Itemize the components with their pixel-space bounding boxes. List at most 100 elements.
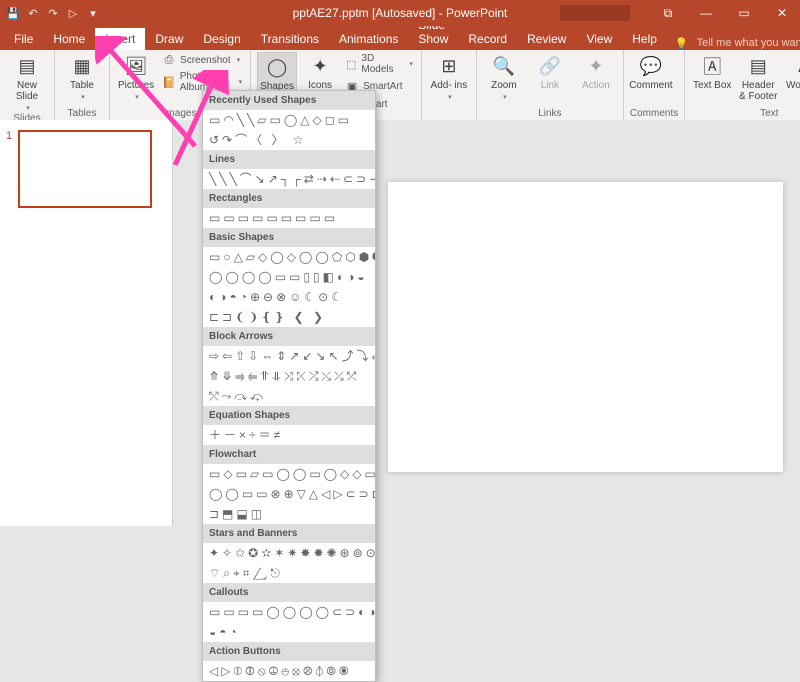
icons-icon: ✦: [308, 54, 332, 78]
zoom-icon: 🔍: [492, 54, 516, 78]
title-bar: 💾 ↶ ↷ ▷ ▾ pptAE27.pptm [Autosaved] - Pow…: [0, 0, 800, 26]
start-slideshow-icon[interactable]: ▷: [66, 6, 80, 20]
addins-button[interactable]: ⊞ Add- ins: [428, 52, 470, 101]
zoom-button[interactable]: 🔍Zoom: [483, 52, 525, 101]
shapes-row[interactable]: ◯◯▭▭⊗⊕▽△◁▷⊂⊃⊏: [203, 484, 375, 504]
group-tables-label: Tables: [61, 107, 103, 120]
tab-view[interactable]: View: [576, 28, 622, 50]
shapes-row[interactable]: ⊏⊐❨❩❴❵ ❮ ❯: [203, 307, 375, 327]
3d-models-button[interactable]: ⬚3D Models: [343, 52, 415, 76]
shapes-section-header: Flowchart: [203, 445, 375, 464]
screenshot-button[interactable]: ⎙Screenshot: [160, 52, 244, 68]
shapes-row[interactable]: ▭▭▭▭▭▭▭▭▭: [203, 208, 375, 228]
group-slides: ▤ New Slide Slides: [0, 50, 55, 120]
tab-design[interactable]: Design: [193, 28, 250, 50]
comment-icon: 💬: [639, 54, 663, 78]
shapes-section-header: Action Buttons: [203, 642, 375, 661]
tab-review[interactable]: Review: [517, 28, 576, 50]
shapes-gallery-flyout[interactable]: Recently Used Shapes▭◠╲╲▱▭◯△◇◻▭↺↷⌒〈 〉 ☆L…: [202, 90, 376, 682]
tab-help[interactable]: Help: [622, 28, 667, 50]
ribbon-tabs: File Home Insert Draw Design Transitions…: [0, 26, 800, 50]
tab-transitions[interactable]: Transitions: [251, 28, 329, 50]
workspace: 1: [0, 120, 800, 526]
group-tables: ▦ Table Tables: [55, 50, 110, 120]
table-icon: ▦: [70, 54, 94, 78]
shapes-row[interactable]: ＋－×÷＝≠: [203, 425, 375, 445]
tab-insert[interactable]: Insert: [95, 28, 145, 50]
user-account-chip[interactable]: [560, 5, 630, 21]
comment-button[interactable]: 💬Comment: [630, 52, 672, 91]
shapes-section-header: Basic Shapes: [203, 228, 375, 247]
icons-button[interactable]: ✦ Icons: [301, 52, 339, 91]
link-icon: 🔗: [538, 54, 562, 78]
qat-more-icon[interactable]: ▾: [86, 6, 100, 20]
wordart-icon: A: [792, 54, 800, 78]
shapes-section-header: Stars and Banners: [203, 524, 375, 543]
action-button[interactable]: ✦Action: [575, 52, 617, 91]
new-slide-button[interactable]: ▤ New Slide: [6, 52, 48, 112]
textbox-icon: 🄰: [700, 54, 724, 78]
tab-animations[interactable]: Animations: [329, 28, 408, 50]
slide-thumbnail-panel[interactable]: 1: [0, 120, 173, 526]
action-icon: ✦: [584, 54, 608, 78]
tab-home[interactable]: Home: [43, 28, 95, 50]
slide-thumbnail[interactable]: [18, 130, 152, 208]
tab-file[interactable]: File: [4, 28, 43, 50]
header-footer-button[interactable]: ▤Header & Footer: [737, 52, 779, 102]
window-maximize-button[interactable]: ▭: [726, 0, 762, 26]
slide[interactable]: [388, 182, 783, 472]
table-button[interactable]: ▦ Table: [61, 52, 103, 101]
addins-icon: ⊞: [437, 54, 461, 78]
shapes-row[interactable]: ◯◯◯◯▭▭▯▯◧◐◑◒: [203, 267, 375, 287]
link-button[interactable]: 🔗Link: [529, 52, 571, 91]
shapes-row[interactable]: ↺↷⌒〈 〉 ☆: [203, 130, 375, 150]
shapes-section-header: Callouts: [203, 583, 375, 602]
text-box-button[interactable]: 🄰Text Box: [691, 52, 733, 91]
shapes-row[interactable]: ⇨⇦⇧⇩⇔⇕↗↙↘↖⤴⤵⤶⤷: [203, 346, 375, 366]
tell-me-input[interactable]: [695, 36, 800, 50]
window-minimize-button[interactable]: —: [688, 0, 724, 26]
shapes-row[interactable]: ◒◓◔: [203, 622, 375, 642]
redo-icon[interactable]: ↷: [46, 6, 60, 20]
group-text-label: Text: [691, 107, 800, 120]
photo-album-icon: 📔: [162, 75, 176, 89]
shapes-row[interactable]: ▭○△▱◇◯◇◯◯⬠⬡⬢⯃: [203, 247, 375, 267]
group-text: 🄰Text Box ▤Header & Footer AWordArt 🕒 # …: [685, 50, 800, 120]
window-close-button[interactable]: ✕: [764, 0, 800, 26]
pictures-icon: 🖼: [124, 54, 148, 78]
shapes-row[interactable]: ◐◑◓◔⊕⊖⊗☺☾⊙☾: [203, 287, 375, 307]
shapes-row[interactable]: ⤲⤳⤼⤽: [203, 386, 375, 406]
wordart-button[interactable]: AWordArt: [783, 52, 800, 101]
undo-icon[interactable]: ↶: [26, 6, 40, 20]
tab-draw[interactable]: Draw: [145, 28, 193, 50]
slide-number: 1: [6, 130, 12, 208]
group-comments-label: Comments: [630, 107, 678, 120]
cube-icon: ⬚: [345, 57, 357, 71]
shapes-row[interactable]: ⊐⬒⬓◫: [203, 504, 375, 524]
shapes-section-header: Block Arrows: [203, 327, 375, 346]
quick-access-toolbar: 💾 ↶ ↷ ▷ ▾: [0, 6, 106, 20]
tell-me-search[interactable]: 💡: [675, 36, 800, 50]
screenshot-icon: ⎙: [162, 53, 176, 67]
shapes-row[interactable]: ◁▷⦶⦷⦸⦹⦺⦻⦼⦽⦾⦿: [203, 661, 375, 681]
ribbon-options-icon[interactable]: ⧉: [650, 0, 686, 26]
header-icon: ▤: [746, 54, 770, 78]
slide-thumbnail-1[interactable]: 1: [6, 130, 166, 208]
shapes-row[interactable]: ⌔⌕⌖⌗⎳⎋: [203, 563, 375, 583]
pictures-button[interactable]: 🖼 Pictures: [116, 52, 156, 101]
shapes-section-header: Equation Shapes: [203, 406, 375, 425]
save-icon[interactable]: 💾: [6, 6, 20, 20]
group-addins: ⊞ Add- ins: [422, 50, 477, 120]
shapes-icon: ◯: [265, 55, 289, 79]
shapes-row[interactable]: ▭◇▭▱▭◯◯▭◯◇◇▭: [203, 464, 375, 484]
tab-record[interactable]: Record: [458, 28, 517, 50]
shapes-section-header: Lines: [203, 150, 375, 169]
shapes-row[interactable]: ▭◠╲╲▱▭◯△◇◻▭: [203, 110, 375, 130]
group-comments: 💬Comment Comments: [624, 50, 685, 120]
lightbulb-icon: 💡: [675, 37, 689, 50]
shapes-row[interactable]: ⤊⤋⥤⥢⥣⥥⤨⤪⤮⤯⤰⤱: [203, 366, 375, 386]
shapes-row[interactable]: ✦✧✩✪✫✶✷✸✹✺⊛⊚⊙⊗: [203, 543, 375, 563]
shapes-row[interactable]: ▭▭▭▭◯◯◯◯⊂⊃◐◑: [203, 602, 375, 622]
shapes-row[interactable]: ╲╲╲⌒↘↗┐┌⇄⇢⇠⊂⊃∽: [203, 169, 375, 189]
group-links-label: Links: [483, 107, 617, 120]
